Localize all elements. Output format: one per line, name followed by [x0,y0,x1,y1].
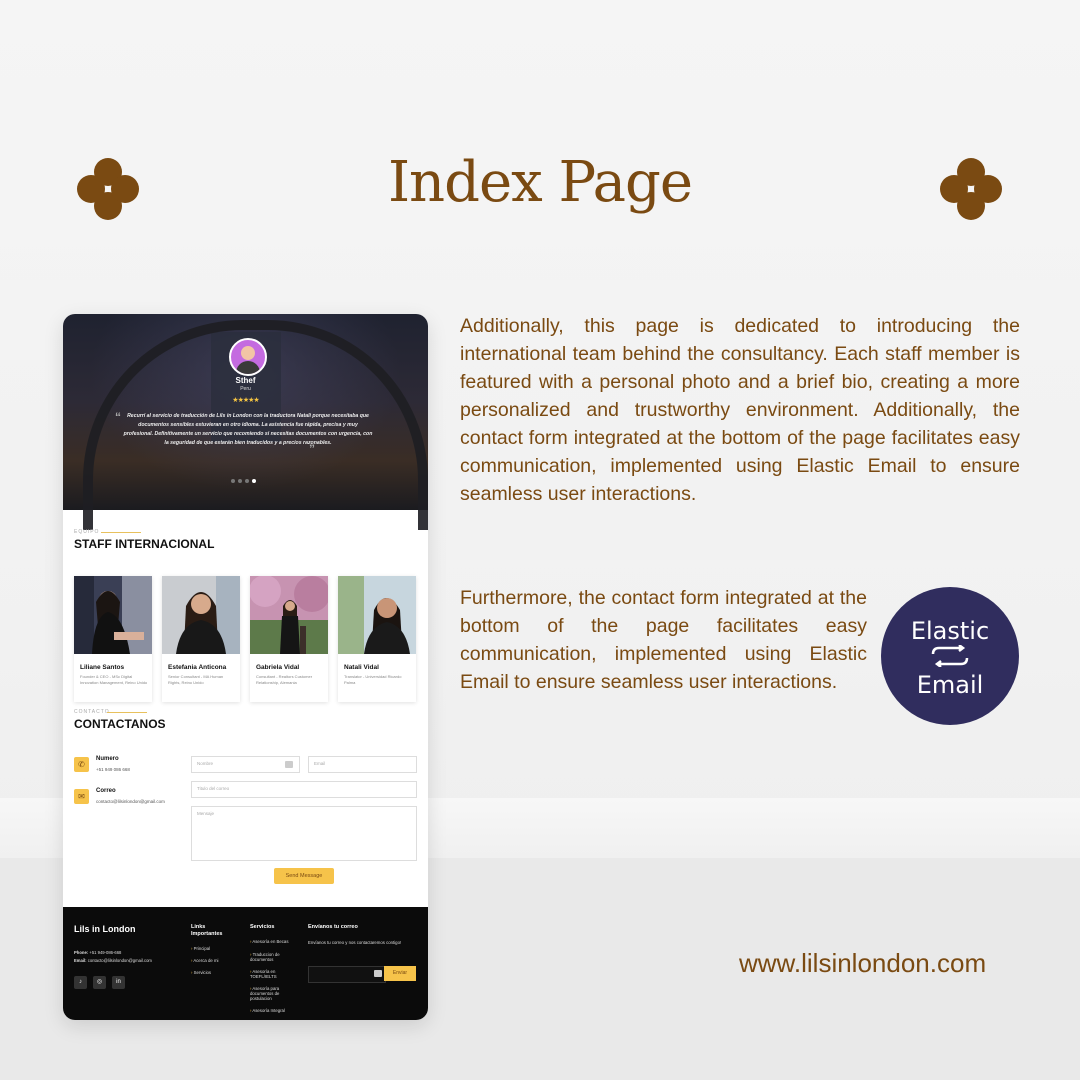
website-url[interactable]: www.lilsinlondon.com [739,948,986,979]
staff-title: STAFF INTERNACIONAL [74,537,215,551]
staff-kicker: EQUIPO [74,529,100,535]
carousel-dot-active[interactable] [252,479,256,483]
footer-service-label: Asesoría Integral [252,1008,285,1013]
footer-link[interactable]: › Acerca de mi [191,958,218,963]
footer-phone-label: Phone: [74,950,89,955]
clover-ornament-icon [940,158,1002,220]
footer-service-link[interactable]: › Asesoría en Becas [250,939,300,944]
staff-role: Founder & CEO - MSc Digital Innovation M… [80,674,148,685]
links-title: Links Importantes [191,924,223,937]
autofill-icon[interactable] [285,761,293,768]
staff-photo [250,576,328,654]
footer-email-label: Email: [74,958,87,963]
elastic-email-logo: Elastic Email [881,587,1019,725]
send-message-button[interactable]: Send Message [274,868,334,884]
staff-card[interactable]: Liliane Santos Founder & CEO - MSc Digit… [74,576,152,702]
carousel-dot[interactable] [231,479,235,483]
staff-card[interactable]: Estefania Anticona Senior Consultant - M… [162,576,240,702]
close-quote-icon: ” [309,442,315,456]
email-input[interactable]: Email [308,756,417,773]
staff-role: Translator - Universidad Ricardo Palma [344,674,402,685]
autofill-icon[interactable] [374,970,382,977]
reviewer-avatar [229,338,267,376]
staff-card[interactable]: Natali Vidal Translator - Universidad Ri… [338,576,416,702]
services-title: Servicios [250,924,275,930]
reviewer-name: Sthef [235,376,256,385]
carousel-dots[interactable] [231,470,259,488]
kicker-line [107,712,147,713]
newsletter-send-button[interactable]: Enviar [384,966,416,981]
linkedin-icon[interactable]: in [112,976,125,989]
contact-kicker: CONTACTO [74,709,110,715]
mail-icon: ✉ [74,789,89,804]
elastic-logo-line2: Email [916,671,984,699]
footer-phone-value: +51 949-086-668 [89,950,122,955]
footer-link-label: Acerca de mi [193,958,219,963]
staff-name: Natali Vidal [344,664,379,671]
testimonial-hero: Sthef Peru ★★★★★ “ Recurrí al servicio d… [63,314,428,530]
footer-service-link[interactable]: › Traduccion de documentos [250,952,300,962]
tiktok-icon[interactable]: ♪ [74,976,87,989]
website-screenshot: Sthef Peru ★★★★★ “ Recurrí al servicio d… [63,314,428,1020]
staff-name: Estefania Anticona [168,664,227,671]
staff-photo [338,576,416,654]
rating-stars: ★★★★★ [232,397,259,404]
footer-email-value: contacto@lilsinlondon@gmail.com [87,958,152,963]
staff-card[interactable]: Gabriela Vidal Consultant - Realtors Cus… [250,576,328,702]
elastic-logo-line1: Elastic [910,617,990,645]
email-label: Correo [96,788,116,794]
newsletter-text: Envíanos tu correo y nos contactaremos c… [308,940,402,945]
staff-role: Consultant - Realtors Customer Relations… [256,674,313,685]
site-footer: Lils in London Phone: +51 949-086-668 Em… [63,907,428,1020]
footer-link-label: Servicios [193,970,212,975]
page-title: Index Page [387,150,693,215]
footer-link[interactable]: › Servicios [191,970,211,975]
open-quote-icon: “ [115,410,121,424]
newsletter-title: Envíanos tu correo [308,924,358,930]
staff-photo [162,576,240,654]
footer-service-label: Asesoría para documentos de postulacion [250,986,280,1001]
description-paragraph-2: Furthermore, the contact form integrated… [460,587,867,693]
name-input[interactable]: Nombre [191,756,300,773]
phone-icon: ✆ [74,757,89,772]
email-value: contacto@lilsinlondon@gmail.com [96,799,165,804]
carousel-dot[interactable] [238,479,242,483]
carousel-dot[interactable] [245,479,249,483]
footer-link-label: Principal [193,946,211,951]
footer-link[interactable]: › Principal [191,946,210,951]
staff-photo [74,576,152,654]
footer-service-label: Asesoría en TOEFL/IELTS [250,969,277,979]
footer-phone: Phone: +51 949-086-668 [74,950,121,956]
footer-service-label: Asesoría en Becas [252,939,289,944]
loop-arrows-icon [931,645,969,667]
phone-label: Numero [96,756,119,762]
footer-service-label: Traduccion de documentos [250,952,280,962]
instagram-icon[interactable]: ◎ [93,976,106,989]
footer-email: Email: contacto@lilsinlondon@gmail.com [74,958,152,964]
reviewer-country: Peru [240,386,251,392]
footer-service-link[interactable]: › Asesoría Integral [250,1008,300,1013]
staff-name: Gabriela Vidal [256,664,300,671]
contact-title: CONTACTANOS [74,717,166,731]
subject-input[interactable]: Titulo del correo [191,781,417,798]
phone-value: +51 949 086 668 [96,767,130,772]
footer-service-link[interactable]: › Asesoría para documentos de postulacio… [250,986,300,1001]
footer-brand: Lils in London [74,924,136,934]
message-textarea[interactable]: Mensaje [191,806,417,861]
kicker-line [101,532,141,533]
description-paragraph-1: Additionally, this page is dedicated to … [460,315,1020,505]
staff-name: Liliane Santos [80,664,125,671]
testimonial-quote: Recurrí al servicio de traducción de Lil… [123,413,373,446]
footer-service-link[interactable]: › Asesoría en TOEFL/IELTS [250,969,300,979]
staff-role: Senior Consultant - MA Human Rights, Rei… [168,674,224,685]
